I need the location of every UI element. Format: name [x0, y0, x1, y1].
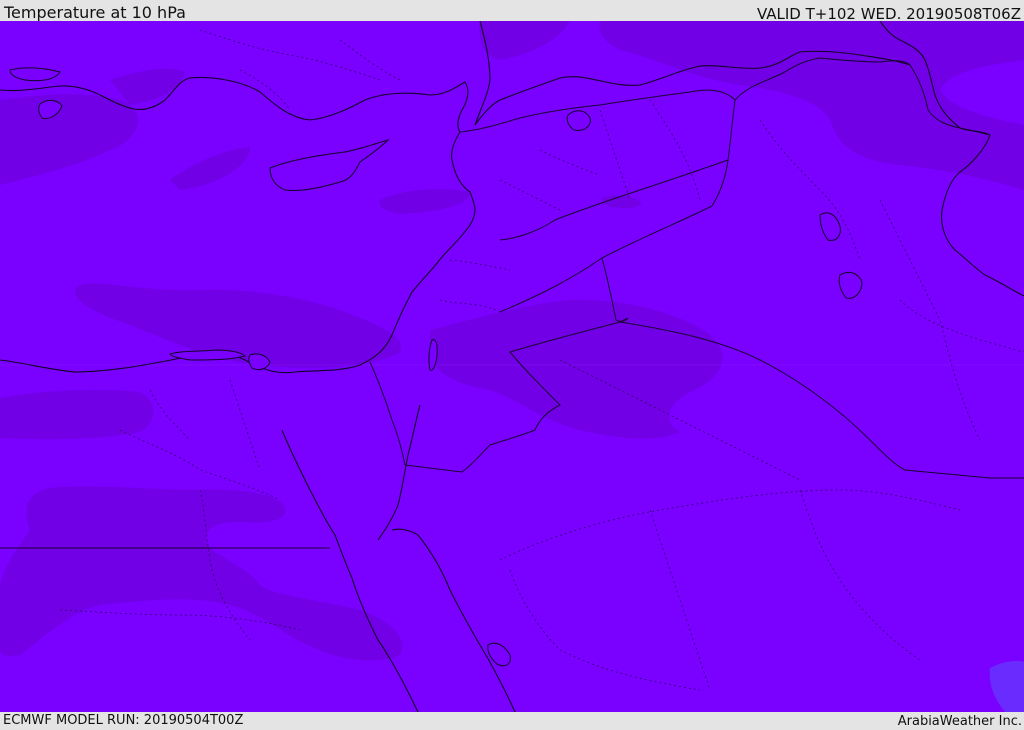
model-run-label: ECMWF MODEL RUN: 20190504T00Z: [3, 713, 244, 728]
footer-bar: ECMWF MODEL RUN: 20190504T00Z ArabiaWeat…: [0, 712, 1024, 729]
weather-map[interactable]: [0, 21, 1024, 712]
contour-band-libya-coast: [0, 390, 154, 440]
map-canvas: [0, 21, 1024, 712]
header-bar: Temperature at 10 hPa VALID T+102 WED. 2…: [0, 0, 1024, 23]
lake-van: [566, 110, 591, 131]
credit-label: ArabiaWeather Inc.: [897, 714, 1022, 729]
map-title: Temperature at 10 hPa: [4, 3, 186, 22]
